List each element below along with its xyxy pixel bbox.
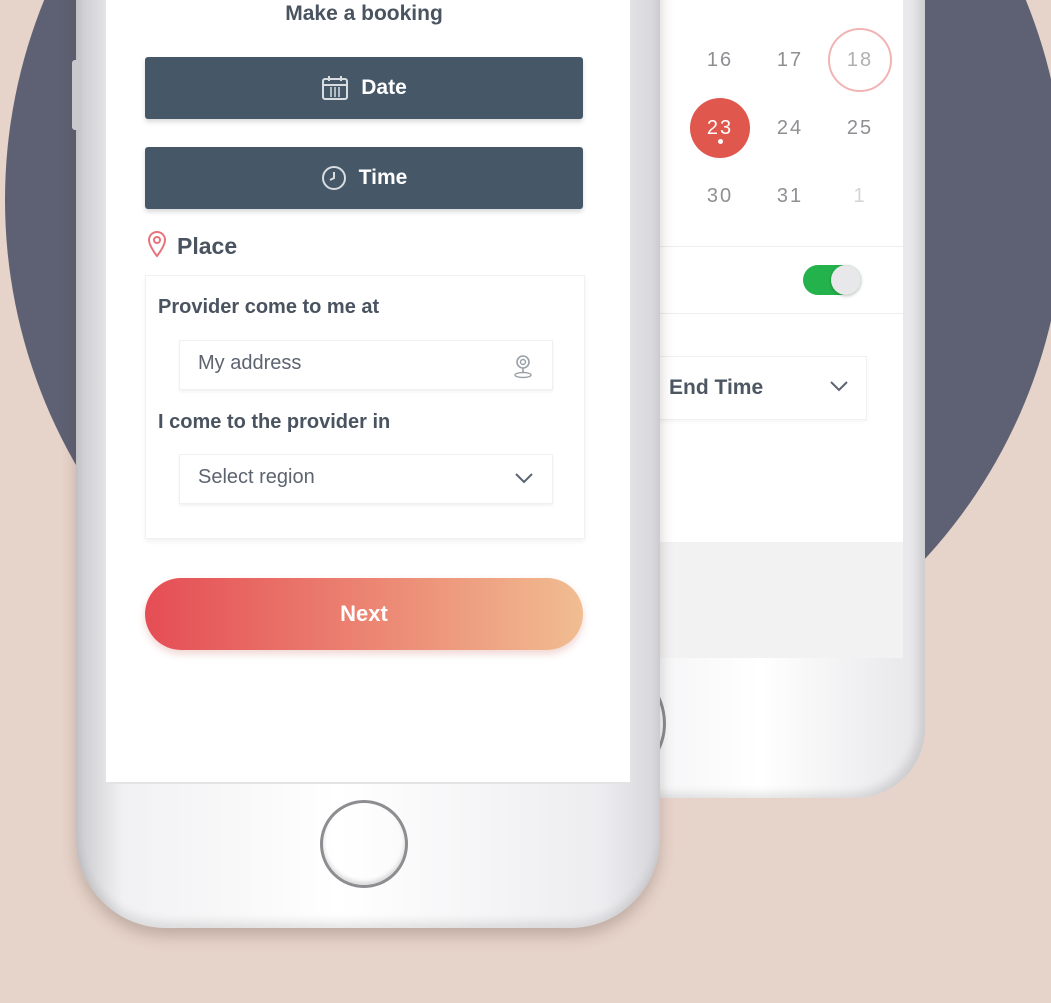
time-button-label: Time <box>358 166 408 189</box>
region-value: Select region <box>198 466 315 488</box>
address-input[interactable]: My address <box>179 340 553 390</box>
calendar-day-number: 23 <box>690 98 750 158</box>
clock-icon <box>321 165 347 191</box>
calendar-day[interactable]: 16 <box>685 26 755 94</box>
calendar-day-number: 9 <box>690 0 750 22</box>
calendar-day-number: 25 <box>846 116 874 139</box>
time-button[interactable]: Time <box>145 147 583 209</box>
location-pin-icon <box>147 230 167 263</box>
provider-heading: Provider come to me at <box>158 296 380 318</box>
calendar-day-number: 16 <box>706 48 734 71</box>
date-button[interactable]: Date <box>145 57 583 119</box>
home-button[interactable] <box>320 800 408 888</box>
calendar-day[interactable]: 10 <box>755 0 825 26</box>
calendar-day[interactable]: 17 <box>755 26 825 94</box>
chevron-down-icon <box>829 379 849 397</box>
calendar-day-number: 11 <box>830 0 890 22</box>
come-to-provider-heading: I come to the provider in <box>158 411 391 433</box>
calendar-day-number: 18 <box>828 28 892 92</box>
toggle-knob <box>831 265 861 295</box>
calendar-day[interactable]: 31 <box>755 162 825 230</box>
address-value: My address <box>198 352 302 374</box>
chevron-down-icon <box>514 471 534 489</box>
page-title: Make a booking <box>285 2 443 25</box>
map-marker-icon[interactable] <box>512 353 534 384</box>
calendar-day[interactable]: 25 <box>825 94 895 162</box>
calendar-day-number: 30 <box>706 184 734 207</box>
calendar-day[interactable]: 30 <box>685 162 755 230</box>
calendar-day[interactable]: 24 <box>755 94 825 162</box>
place-label: Place <box>177 233 238 259</box>
calendar-day-number: 1 <box>853 184 867 207</box>
calendar-icon <box>321 75 349 101</box>
availability-toggle[interactable] <box>803 265 861 295</box>
calendar-day[interactable]: 1 <box>825 162 895 230</box>
calendar-day[interactable]: 11 <box>825 0 895 26</box>
volume-button <box>72 60 80 130</box>
calendar-day[interactable]: 9 <box>685 0 755 26</box>
calendar-day-number: 10 <box>760 0 820 22</box>
place-heading: Place <box>147 230 237 263</box>
calendar-day-number: 31 <box>776 184 804 207</box>
calendar-day[interactable]: 18 <box>825 26 895 94</box>
end-time-label: End Time <box>669 376 764 399</box>
date-button-label: Date <box>361 76 407 99</box>
calendar-day-number: 24 <box>776 116 804 139</box>
place-card: Provider come to me at My address I come… <box>145 275 585 539</box>
region-select[interactable]: Select region <box>179 454 553 504</box>
calendar-day[interactable]: 23 <box>685 94 755 162</box>
next-button[interactable]: Next <box>145 578 583 650</box>
calendar-day-number: 17 <box>776 48 804 71</box>
